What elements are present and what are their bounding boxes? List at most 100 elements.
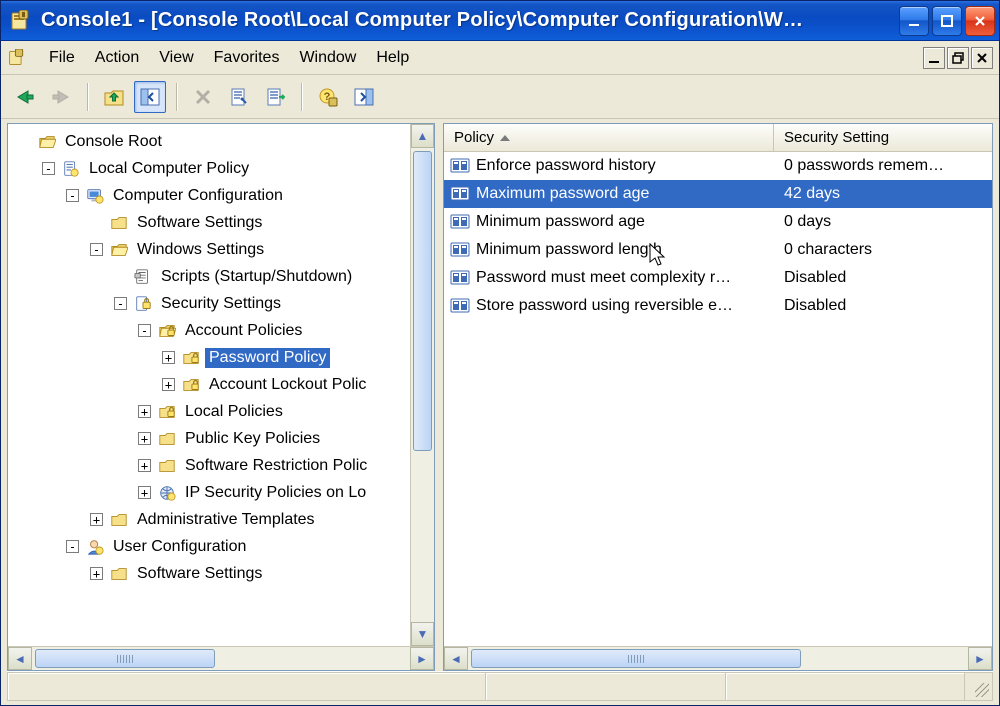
scroll-thumb[interactable] xyxy=(35,649,215,668)
toolbar-separator xyxy=(87,83,88,111)
close-button[interactable] xyxy=(965,6,995,36)
tree-item[interactable]: + Software Settings xyxy=(14,560,410,587)
tree-item-label: Windows Settings xyxy=(133,240,268,260)
tree-item[interactable]: ·Scripts (Startup/Shutdown) xyxy=(14,263,410,290)
tree-item[interactable]: - User Configuration xyxy=(14,533,410,560)
scroll-up-arrow-icon[interactable]: ▲ xyxy=(411,124,434,148)
back-button[interactable] xyxy=(9,81,41,113)
menu-file[interactable]: File xyxy=(47,47,77,69)
folder-icon xyxy=(157,456,177,476)
folder-icon xyxy=(109,213,129,233)
vertical-scrollbar[interactable]: ▲ ▼ xyxy=(410,124,434,646)
expand-toggle-icon[interactable]: + xyxy=(138,405,151,418)
folder-lock-open-icon xyxy=(157,321,177,341)
tree-item[interactable]: + Password Policy xyxy=(14,344,410,371)
folder-open-icon xyxy=(37,132,57,152)
show-hide-action-pane-button[interactable] xyxy=(348,81,380,113)
folder-lock-icon xyxy=(181,375,201,395)
tree-item-label: Software Settings xyxy=(133,564,266,584)
expand-toggle-icon[interactable]: + xyxy=(90,567,103,580)
horizontal-scrollbar[interactable]: ◄ ► xyxy=(444,646,992,670)
resize-grip-icon[interactable] xyxy=(965,672,993,701)
menu-window[interactable]: Window xyxy=(297,47,358,69)
tree-toggle-placeholder: · xyxy=(18,135,31,148)
expand-toggle-icon[interactable]: + xyxy=(138,486,151,499)
delete-button[interactable] xyxy=(187,81,219,113)
policy-row[interactable]: Enforce password history0 passwords reme… xyxy=(444,152,992,180)
window-controls xyxy=(899,6,995,36)
list-body-container: Enforce password history0 passwords reme… xyxy=(444,152,992,646)
security-setting-value: Disabled xyxy=(774,269,992,287)
collapse-toggle-icon[interactable]: - xyxy=(90,243,103,256)
tree-item[interactable]: ·Software Settings xyxy=(14,209,410,236)
tree-item[interactable]: +Public Key Policies xyxy=(14,425,410,452)
scroll-left-arrow-icon[interactable]: ◄ xyxy=(8,647,32,670)
forward-button[interactable] xyxy=(45,81,77,113)
tree-item-label: Local Computer Policy xyxy=(85,159,253,179)
tree-item[interactable]: -Security Settings xyxy=(14,290,410,317)
expand-toggle-icon[interactable]: + xyxy=(90,513,103,526)
column-header-security-setting[interactable]: Security Setting xyxy=(774,124,992,151)
policy-row[interactable]: Store password using reversible e…Disabl… xyxy=(444,292,992,320)
window-title: Console1 - [Console Root\Local Computer … xyxy=(41,9,893,32)
properties-button[interactable] xyxy=(223,81,255,113)
mdi-close-button[interactable] xyxy=(971,47,993,69)
menu-action[interactable]: Action xyxy=(93,47,141,69)
policy-list[interactable]: Enforce password history0 passwords reme… xyxy=(444,152,992,320)
tree-item[interactable]: ·Console Root xyxy=(14,128,410,155)
collapse-toggle-icon[interactable]: - xyxy=(66,189,79,202)
tree-item[interactable]: -Computer Configuration xyxy=(14,182,410,209)
horizontal-scrollbar[interactable]: ◄ ► xyxy=(8,646,434,670)
collapse-toggle-icon[interactable]: - xyxy=(42,162,55,175)
scroll-left-arrow-icon[interactable]: ◄ xyxy=(444,647,468,670)
tree-item-label: Password Policy xyxy=(205,348,330,368)
mdi-minimize-button[interactable] xyxy=(923,47,945,69)
scroll-right-arrow-icon[interactable]: ► xyxy=(968,647,992,670)
tree-item[interactable]: +Account Lockout Polic xyxy=(14,371,410,398)
collapse-toggle-icon[interactable]: - xyxy=(138,324,151,337)
help-button[interactable]: ? xyxy=(312,81,344,113)
scroll-track[interactable] xyxy=(468,647,968,670)
policy-row[interactable]: Minimum password age0 days xyxy=(444,208,992,236)
scroll-track[interactable] xyxy=(411,148,434,622)
tree-item[interactable]: - Local Computer Policy xyxy=(14,155,410,182)
menu-view[interactable]: View xyxy=(157,47,195,69)
expand-toggle-icon[interactable]: + xyxy=(138,432,151,445)
minimize-button[interactable] xyxy=(899,6,929,36)
toolbar-separator xyxy=(176,83,177,111)
menu-favorites[interactable]: Favorites xyxy=(212,47,282,69)
scroll-thumb[interactable] xyxy=(413,151,432,451)
show-hide-console-tree-button[interactable] xyxy=(134,81,166,113)
policy-row[interactable]: Maximum password age42 days xyxy=(444,180,992,208)
tree-item-label: User Configuration xyxy=(109,537,250,557)
app-window: Console1 - [Console Root\Local Computer … xyxy=(0,0,1000,706)
menu-help[interactable]: Help xyxy=(374,47,411,69)
scroll-down-arrow-icon[interactable]: ▼ xyxy=(411,622,434,646)
scroll-right-arrow-icon[interactable]: ► xyxy=(410,647,434,670)
scroll-track[interactable] xyxy=(32,647,410,670)
app-icon xyxy=(9,9,33,33)
tree-item[interactable]: +Local Policies xyxy=(14,398,410,425)
menubar: File Action View Favorites Window Help xyxy=(1,41,999,75)
policy-row[interactable]: Minimum password length0 characters xyxy=(444,236,992,264)
collapse-toggle-icon[interactable]: - xyxy=(114,297,127,310)
tree-item[interactable]: - Windows Settings xyxy=(14,236,410,263)
column-header-policy[interactable]: Policy xyxy=(444,124,774,151)
tree-item[interactable]: -Account Policies xyxy=(14,317,410,344)
tree-item[interactable]: +Administrative Templates xyxy=(14,506,410,533)
maximize-button[interactable] xyxy=(932,6,962,36)
collapse-toggle-icon[interactable]: - xyxy=(66,540,79,553)
tree-item[interactable]: +Software Restriction Polic xyxy=(14,452,410,479)
up-one-level-button[interactable] xyxy=(98,81,130,113)
expand-toggle-icon[interactable]: + xyxy=(162,378,175,391)
policy-row[interactable]: Password must meet complexity r…Disabled xyxy=(444,264,992,292)
policy-icon xyxy=(61,159,81,179)
user-icon xyxy=(85,537,105,557)
tree-item[interactable]: +IP Security Policies on Lo xyxy=(14,479,410,506)
export-list-button[interactable] xyxy=(259,81,291,113)
expand-toggle-icon[interactable]: + xyxy=(162,351,175,364)
mdi-restore-button[interactable] xyxy=(947,47,969,69)
expand-toggle-icon[interactable]: + xyxy=(138,459,151,472)
scroll-thumb[interactable] xyxy=(471,649,801,668)
console-tree[interactable]: ·Console Root-Local Computer Policy-Comp… xyxy=(8,124,410,591)
